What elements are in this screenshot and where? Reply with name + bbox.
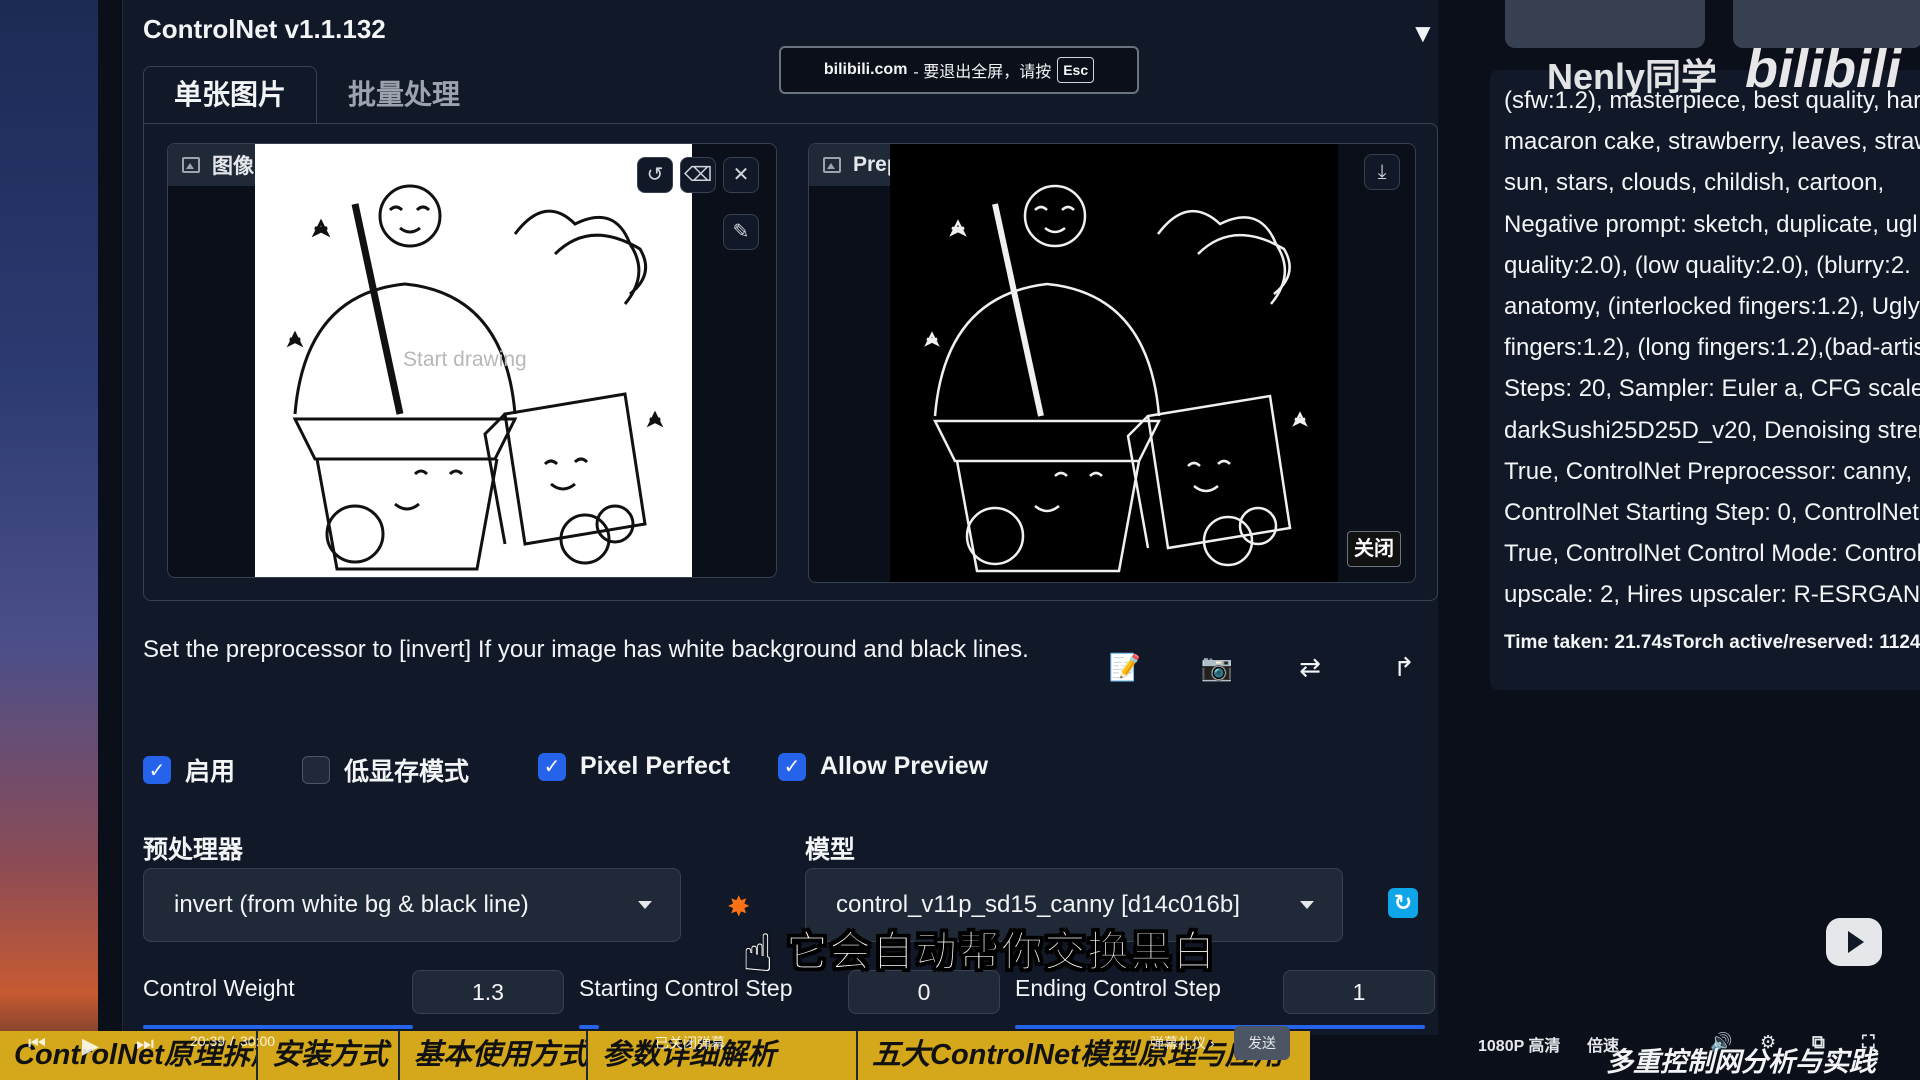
checkbox-allow-preview-label: Allow Preview bbox=[820, 752, 989, 780]
play-button-icon[interactable]: ▶ bbox=[82, 1033, 99, 1059]
write-icon[interactable]: 📝 bbox=[1108, 650, 1142, 684]
danmaku-closed[interactable]: 已关闭弹幕 bbox=[655, 1033, 725, 1053]
checkbox-allow-preview[interactable]: ✓ Allow Preview bbox=[778, 752, 988, 781]
chapter-item[interactable]: 基本使用方式 bbox=[400, 1031, 588, 1080]
tab-batch[interactable]: 批量处理 bbox=[317, 66, 491, 124]
check-icon[interactable]: ✓ bbox=[778, 752, 806, 781]
play-icon[interactable] bbox=[1826, 918, 1882, 966]
input-image[interactable]: Start drawing bbox=[255, 144, 692, 578]
chapter-item[interactable]: 安装方式 bbox=[258, 1031, 400, 1080]
esc-key: Esc bbox=[1057, 57, 1095, 83]
tab-single-image[interactable]: 单张图片 bbox=[143, 66, 318, 124]
control-weight-label: Control Weight bbox=[143, 975, 295, 1001]
generation-info-text: (sfw:1.2), masterpiece, best quality, ha… bbox=[1504, 80, 1920, 616]
model-label: 模型 bbox=[805, 836, 856, 864]
image-icon bbox=[823, 157, 841, 173]
next-chapter-label: 多重控制网分析与实践 bbox=[1606, 1047, 1876, 1077]
time-taken: Time taken: 21.74sTorch active/reserved:… bbox=[1504, 632, 1920, 653]
info-line: True, ControlNet Preprocessor: canny, C bbox=[1504, 457, 1920, 485]
send-dimensions-icon[interactable]: ↱ bbox=[1387, 650, 1421, 684]
check-icon[interactable]: ✓ bbox=[538, 752, 566, 781]
info-line: ControlNet Starting Step: 0, ControlNet bbox=[1504, 499, 1919, 527]
video-subtitle: 它会自动帮你交换黑白 bbox=[785, 928, 1217, 976]
checkbox-low-vram-label: 低显存模式 bbox=[344, 758, 470, 786]
close-preview-button[interactable]: 关闭 bbox=[1347, 531, 1401, 567]
info-line: sun, stars, clouds, childish, cartoon, bbox=[1504, 169, 1885, 197]
ending-step-label: Ending Control Step bbox=[1015, 975, 1221, 1001]
info-line: quality:2.0), (low quality:2.0), (blurry… bbox=[1504, 251, 1911, 279]
hand-cursor-icon: ☝ bbox=[742, 925, 774, 983]
quality-selector[interactable]: 1080P 高清 bbox=[1478, 1032, 1560, 1056]
time-current: 20:39 bbox=[190, 1033, 226, 1049]
info-line: macaron cake, strawberry, leaves, straw bbox=[1504, 128, 1920, 156]
camera-icon[interactable]: 📷 bbox=[1200, 650, 1234, 684]
close-icon[interactable]: ✕ bbox=[723, 157, 759, 193]
checkbox-pixel-perfect[interactable]: ✓ Pixel Perfect bbox=[538, 752, 730, 781]
swap-icon[interactable]: ⇄ bbox=[1293, 650, 1327, 684]
ending-step-input[interactable]: 1 bbox=[1283, 970, 1435, 1014]
controlnet-title[interactable]: ControlNet v1.1.132 bbox=[143, 14, 386, 45]
send-danmaku-button[interactable]: 发送 bbox=[1234, 1026, 1290, 1060]
bilibili-logo: bilibili bbox=[1745, 39, 1901, 99]
preprocessor-select[interactable]: invert (from white bg & black line) bbox=[143, 868, 681, 942]
preprocessor-hint: Set the preprocessor to [invert] If your… bbox=[143, 636, 1029, 663]
checkbox-enable[interactable]: ✓ 启用 bbox=[143, 752, 235, 788]
refresh-icon[interactable]: ↻ bbox=[1388, 888, 1418, 918]
info-line: Steps: 20, Sampler: Euler a, CFG scale: … bbox=[1504, 375, 1920, 403]
info-line: upscale: 2, Hires upscaler: R-ESRGAN 4x bbox=[1504, 581, 1920, 609]
time-total: 30:00 bbox=[240, 1033, 276, 1049]
time-separator: / bbox=[230, 1033, 234, 1049]
banner-text: - 要退出全屏，请按 bbox=[913, 64, 1052, 81]
prev-icon[interactable]: ⏮ bbox=[28, 1033, 46, 1056]
preprocessor-preview-box: Preprocessor Preview bbox=[808, 143, 1416, 583]
checkbox-pixel-perfect-label: Pixel Perfect bbox=[580, 752, 731, 780]
chevron-down-icon bbox=[638, 901, 652, 909]
preprocessor-value: invert (from white bg & black line) bbox=[174, 891, 529, 918]
uploader-watermark: Nenly同学 bbox=[1547, 56, 1718, 97]
chevron-down-icon bbox=[1300, 901, 1314, 909]
desktop-wallpaper bbox=[0, 0, 98, 1080]
run-preprocessor-icon[interactable]: ✸ bbox=[727, 890, 750, 923]
download-icon[interactable]: ⤓ bbox=[1364, 154, 1400, 190]
generate-button-area[interactable] bbox=[1505, 0, 1705, 48]
control-weight-input[interactable]: 1.3 bbox=[412, 970, 564, 1014]
info-line: Negative prompt: sketch, duplicate, ugl bbox=[1504, 210, 1918, 238]
info-line: anatomy, (interlocked fingers:1.2), Ugly bbox=[1504, 293, 1920, 321]
image-icon bbox=[182, 157, 200, 173]
collapse-icon[interactable]: ▼ bbox=[1410, 18, 1436, 49]
canvas-start-drawing-text: Start drawing bbox=[403, 348, 527, 371]
info-line: darkSushi25D25D_v20, Denoising stren bbox=[1504, 416, 1920, 444]
check-icon[interactable]: ✓ bbox=[143, 756, 171, 784]
checkbox-box[interactable] bbox=[302, 756, 330, 784]
banner-site: bilibili.com bbox=[823, 61, 908, 78]
eraser-icon[interactable]: ⌫ bbox=[680, 157, 716, 193]
preprocessor-label: 预处理器 bbox=[143, 836, 244, 864]
screen: ControlNet v1.1.132 ▼ 单张图片 批量处理 图像 Start… bbox=[0, 0, 1920, 1080]
info-line: fingers:1.2), (long fingers:1.2),(bad-ar… bbox=[1504, 334, 1920, 362]
ending-step-slider[interactable] bbox=[1015, 1025, 1425, 1029]
preview-image bbox=[890, 144, 1338, 582]
danmaku-etiquette[interactable]: 弹幕礼仪 › bbox=[1150, 1033, 1215, 1053]
starting-step-slider[interactable] bbox=[579, 1025, 599, 1029]
undo-icon[interactable]: ↺ bbox=[637, 157, 673, 193]
tab-bar: 单张图片 批量处理 bbox=[143, 66, 491, 124]
fullscreen-exit-banner: bilibili.com - 要退出全屏，请按 Esc bbox=[779, 46, 1139, 94]
brush-icon[interactable]: ✎ bbox=[723, 214, 759, 250]
control-weight-slider[interactable] bbox=[143, 1025, 413, 1029]
image-input-box[interactable]: 图像 Start drawing ↺ ⌫ ✕ ✎ bbox=[167, 143, 777, 578]
checkbox-enable-label: 启用 bbox=[185, 758, 236, 786]
image-label-text: 图像 bbox=[212, 155, 254, 178]
model-value: control_v11p_sd15_canny [d14c016b] bbox=[836, 891, 1240, 918]
info-line: True, ControlNet Control Mode: Control bbox=[1504, 540, 1920, 568]
next-icon[interactable]: ⏭ bbox=[136, 1033, 154, 1056]
checkbox-low-vram[interactable]: 低显存模式 bbox=[302, 752, 469, 788]
